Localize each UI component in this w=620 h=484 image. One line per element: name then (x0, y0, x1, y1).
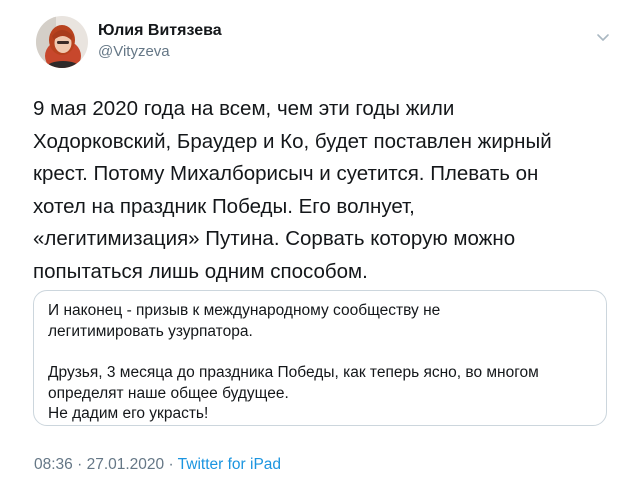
quote-line: легитимировать узурпатора. (48, 322, 253, 340)
quote-line: Друзья, 3 месяца до праздника Победы, ка… (48, 364, 539, 381)
quote-line: И наконец - призыв к международному сооб… (48, 302, 441, 319)
tweet-text-line: 9 мая 2020 года на всем, чем эти годы жи… (33, 97, 455, 120)
quoted-text-card[interactable]: И наконец - призыв к международному сооб… (33, 290, 607, 426)
author-name[interactable]: Юлия Витязева (98, 22, 222, 40)
tweet-date[interactable]: 27.01.2020 (87, 456, 165, 473)
chevron-down-icon[interactable] (596, 30, 610, 41)
tweet-source-link[interactable]: Twitter for iPad (178, 456, 281, 473)
quote-line: определят наше общее будущее. (48, 384, 289, 402)
quote-line: Не дадим его украсть! (48, 405, 209, 422)
avatar[interactable] (36, 16, 88, 68)
meta-separator: · (164, 456, 178, 473)
tweet-text-line: попытаться лишь одним способом. (33, 259, 368, 283)
author-handle[interactable]: @Vityzeva (98, 43, 170, 60)
tweet-card: Юлия Витязева @Vityzeva 9 мая 2020 года … (0, 0, 620, 484)
tweet-text-line: хотел на праздник Победы. Его волнует, (33, 194, 415, 218)
meta-separator: · (72, 456, 87, 473)
tweet-text-line: крест. Потому Михалборисыч и суетится. П… (33, 162, 539, 186)
tweet-text-line: «легитимизация» Путина. Сорвать которую … (33, 227, 516, 251)
tweet-metadata: 08:36 · 27.01.2020 · Twitter for iPad (34, 456, 281, 474)
tweet-text-line: Ходорковский, Браудер и Ко, будет постав… (33, 129, 552, 153)
tweet-time[interactable]: 08:36 (34, 456, 73, 473)
tweet-text: 9 мая 2020 года на всем, чем эти годы жи… (33, 93, 603, 289)
